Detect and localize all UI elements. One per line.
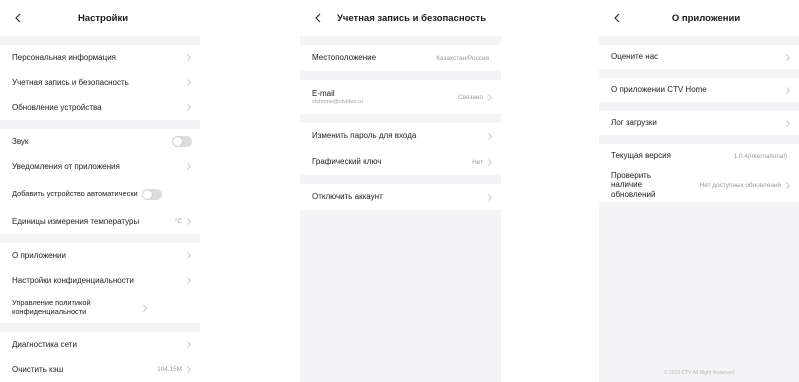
settings-list: Персональная информация Учетная запись и … — [0, 36, 200, 382]
chevron-right-icon — [186, 79, 192, 87]
settings-item[interactable]: Добавить устройство автоматически — [0, 179, 200, 209]
settings-item[interactable]: Учетная запись и безопасность — [0, 70, 200, 95]
settings-item[interactable]: Диагностика сети — [0, 332, 200, 357]
chevron-right-icon — [487, 93, 493, 101]
back-arrow-icon — [15, 13, 21, 23]
chevron-right-icon — [186, 54, 192, 62]
back-button[interactable] — [10, 9, 26, 27]
settings-header: Настройки — [0, 0, 200, 36]
settings-screen: Настройки Персональная информация Учетная… — [0, 0, 200, 382]
back-button[interactable] — [310, 9, 326, 27]
chevron-right-icon — [487, 132, 493, 140]
copyright-footer: © 2022 CTV All Right Reserved — [663, 370, 735, 376]
pattern-key-label: Графический ключ — [312, 157, 382, 167]
change-password-row[interactable]: Изменить пароль для входа — [300, 123, 501, 149]
settings-item-label: Учетная запись и безопасность — [12, 77, 129, 87]
change-password-label: Изменить пароль для входа — [312, 131, 417, 141]
settings-item[interactable]: О приложении — [0, 243, 200, 268]
location-label: Местоположение — [312, 53, 377, 63]
chevron-right-icon — [487, 158, 493, 166]
settings-item[interactable]: Обновление устройства — [0, 95, 200, 120]
upload-log-label: Лог загрузки — [611, 118, 657, 128]
settings-item-value: 104.15M — [157, 366, 182, 373]
chevron-right-icon — [785, 86, 791, 94]
email-value: ctvhome@ctvideo.ru — [312, 98, 364, 105]
toggle-knob — [143, 189, 152, 199]
account-header: Учетная запись и безопасность — [300, 0, 501, 36]
email-status: Связано — [458, 93, 483, 101]
toggle-switch[interactable] — [172, 136, 192, 147]
back-button[interactable] — [609, 9, 625, 27]
back-arrow-icon — [614, 13, 620, 23]
disable-account-row[interactable]: Отключить аккаунт — [300, 184, 501, 210]
pattern-key-row[interactable]: Графический ключ Нет — [300, 149, 501, 175]
settings-item[interactable]: Персональная информация — [0, 45, 200, 70]
settings-item[interactable]: Управление политикой конфиденциальности — [0, 293, 200, 323]
chevron-right-icon — [186, 218, 192, 226]
version-value: 1.0.4(international) — [733, 152, 787, 160]
about-header: О приложении — [599, 0, 799, 36]
settings-item-label: Диагностика сети — [12, 339, 77, 349]
page-title: Учетная запись и безопасность — [336, 12, 487, 24]
settings-item-label: Персональная информация — [12, 52, 117, 62]
settings-item-label: Единицы измерения температуры — [12, 216, 140, 226]
toggle-switch[interactable] — [142, 188, 162, 200]
pattern-key-value: Нет — [472, 158, 483, 166]
settings-item-label: Настройки конфиденциальности — [12, 275, 134, 285]
chevron-right-icon — [142, 304, 148, 312]
page-title: Настройки — [77, 12, 129, 24]
rate-us-row[interactable]: Оцените нас — [599, 45, 799, 69]
chevron-right-icon — [186, 366, 192, 374]
chevron-right-icon — [186, 104, 192, 112]
location-value: Казахстан/Россия — [436, 54, 489, 62]
disable-account-label: Отключить аккаунт — [312, 192, 383, 202]
settings-item[interactable]: Звук — [0, 129, 200, 154]
chevron-right-icon — [186, 163, 192, 171]
settings-item[interactable]: Очистить кэш 104.15M — [0, 357, 200, 382]
settings-item-label: Обновление устройства — [12, 102, 102, 112]
back-arrow-icon — [315, 13, 321, 23]
chevron-right-icon — [186, 252, 192, 260]
settings-item[interactable]: Уведомления от приложения — [0, 154, 200, 179]
settings-item-label: О приложении — [12, 250, 66, 260]
settings-item-label: Уведомления от приложения — [12, 161, 120, 171]
account-security-screen: Учетная запись и безопасность Местополож… — [300, 0, 501, 382]
check-updates-row[interactable]: Проверить наличие обновлений Нет доступн… — [599, 168, 799, 202]
email-label: E-mail ctvhome@ctvideo.ru — [312, 89, 458, 106]
check-updates-value: Нет доступных обновлений — [699, 181, 781, 189]
settings-item[interactable]: Настройки конфиденциальности — [0, 268, 200, 293]
toggle-knob — [173, 137, 182, 146]
version-label: Текущая версия — [611, 151, 671, 161]
settings-item-label: Звук — [12, 136, 29, 146]
check-updates-label: Проверить наличие обновлений — [611, 171, 656, 199]
location-row[interactable]: Местоположение Казахстан/Россия — [300, 45, 501, 71]
chevron-right-icon — [785, 181, 791, 189]
settings-item[interactable]: Единицы измерения температуры °C — [0, 209, 200, 234]
chevron-right-icon — [785, 119, 791, 127]
version-row: Текущая версия 1.0.4(international) — [599, 144, 799, 168]
rate-us-label: Оцените нас — [611, 52, 659, 62]
about-ctv-row[interactable]: О приложении CTV Home — [599, 78, 799, 102]
chevron-right-icon — [487, 193, 493, 201]
page-title: О приложении — [671, 12, 741, 24]
chevron-right-icon — [186, 341, 192, 349]
upload-log-row[interactable]: Лог загрузки — [599, 111, 799, 135]
settings-item-label: Очистить кэш — [12, 364, 64, 374]
about-ctv-label: О приложении CTV Home — [611, 85, 707, 95]
settings-item-value: °C — [174, 218, 182, 225]
email-row[interactable]: E-mail ctvhome@ctvideo.ru Связано — [300, 80, 501, 114]
settings-item-label: Управление политикой конфиденциальности — [12, 298, 91, 316]
chevron-right-icon — [186, 277, 192, 285]
settings-item-label: Добавить устройство автоматически — [12, 188, 138, 198]
about-app-screen: О приложении Оцените нас О приложении CT… — [599, 0, 799, 382]
chevron-right-icon — [785, 53, 791, 61]
